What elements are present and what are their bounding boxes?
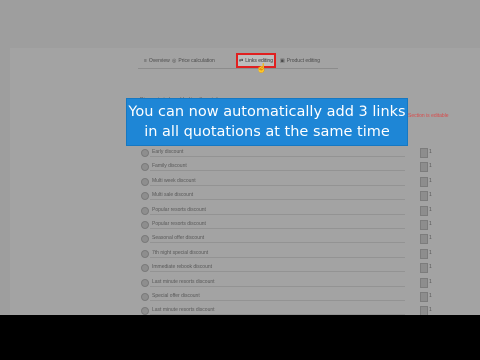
row-value: 1: [429, 163, 432, 170]
caption-line-1: You can now automatically add 3 links: [128, 104, 406, 120]
list-item: 7th night special discount 1: [140, 247, 460, 261]
row-checkbox[interactable]: [420, 148, 428, 158]
row-checkbox[interactable]: [420, 205, 428, 216]
discount-field[interactable]: Multi sale discount: [150, 191, 405, 201]
app-screen: ≡ Overview ◎ Price calculation ⇄ Links e…: [0, 0, 480, 315]
discount-field[interactable]: Popular resorts discount: [150, 220, 405, 229]
row-value: 1: [429, 149, 432, 155]
row-toggle[interactable]: [141, 292, 149, 301]
tab-price-calculation[interactable]: ◎ Price calculation: [172, 58, 215, 64]
discount-list: Early discount 1 Family discount 1 Multi…: [140, 146, 460, 315]
caption-line-2: in all quotations at the same time: [144, 124, 390, 140]
row-value: 1: [429, 220, 432, 227]
list-item: Popular resorts discount 1: [140, 204, 460, 218]
row-value: 1: [429, 292, 432, 299]
row-toggle[interactable]: [141, 249, 149, 258]
row-value: 1: [429, 249, 432, 256]
row-value: 1: [429, 235, 432, 242]
discount-field[interactable]: Family discount: [150, 162, 405, 172]
row-value: 1: [429, 307, 432, 314]
tab-label: Price calculation: [178, 58, 215, 64]
link-icon: ⇄: [239, 57, 244, 64]
box-icon: ▣: [280, 58, 285, 64]
tab-overview[interactable]: ≡ Overview: [144, 58, 170, 64]
tab-label: Overview: [148, 58, 170, 64]
row-checkbox[interactable]: [420, 219, 428, 230]
discount-field[interactable]: 7th night special discount: [150, 249, 405, 258]
row-checkbox[interactable]: [420, 263, 428, 274]
row-toggle[interactable]: [141, 307, 149, 315]
row-value: 1: [429, 206, 432, 213]
row-toggle[interactable]: [141, 177, 149, 186]
row-checkbox[interactable]: [420, 291, 428, 302]
row-toggle[interactable]: [141, 235, 149, 244]
discount-field[interactable]: Immediate rebook discount: [150, 263, 405, 273]
list-item: Last minute resorts discount 1: [140, 304, 460, 315]
discount-field[interactable]: Popular resorts discount: [150, 206, 405, 215]
row-checkbox[interactable]: [420, 162, 428, 173]
row-toggle[interactable]: [141, 192, 149, 201]
discount-field[interactable]: Multi week discount: [150, 177, 405, 186]
row-checkbox[interactable]: [420, 176, 428, 187]
row-toggle[interactable]: [141, 278, 149, 287]
warning-text: Section is editable: [408, 113, 449, 119]
row-checkbox[interactable]: [420, 277, 428, 288]
discount-field[interactable]: Early discount: [150, 148, 405, 157]
row-checkbox[interactable]: [420, 191, 428, 202]
discount-field[interactable]: Special offer discount: [150, 292, 405, 301]
list-item: Multi sale discount 1: [140, 189, 460, 203]
row-toggle[interactable]: [141, 220, 149, 229]
row-toggle[interactable]: [141, 264, 149, 273]
list-item: Multi week discount 1: [140, 175, 460, 189]
row-value: 1: [429, 264, 432, 271]
discount-field[interactable]: Last minute resorts discount: [150, 306, 405, 315]
row-checkbox[interactable]: [420, 248, 428, 259]
hand-cursor-icon: ☝: [256, 63, 268, 73]
list-item: Popular resorts discount 1: [140, 218, 460, 232]
discount-field[interactable]: Seasonal offer discount: [150, 234, 405, 244]
list-icon: ≡: [144, 58, 147, 64]
row-value: 1: [429, 177, 432, 184]
list-item: Family discount 1: [140, 160, 460, 174]
row-toggle[interactable]: [141, 206, 149, 215]
list-item: Last minute resorts discount 1: [140, 276, 460, 290]
row-toggle[interactable]: [141, 149, 149, 157]
list-item: Early discount 1: [140, 146, 460, 160]
discount-field[interactable]: Last minute resorts discount: [150, 278, 405, 287]
row-checkbox[interactable]: [420, 306, 428, 315]
letterbox-bar: [0, 315, 480, 360]
tab-product-editing[interactable]: ▣ Product editing: [280, 58, 320, 64]
row-value: 1: [429, 192, 432, 199]
caption-banner: You can now automatically add 3 links in…: [127, 99, 407, 145]
row-toggle[interactable]: [141, 163, 149, 172]
row-value: 1: [429, 278, 432, 285]
row-checkbox[interactable]: [420, 234, 428, 245]
list-item: Immediate rebook discount 1: [140, 261, 460, 275]
list-item: Seasonal offer discount 1: [140, 232, 460, 246]
tab-label: Product editing: [286, 58, 321, 64]
list-item: Special offer discount 1: [140, 290, 460, 304]
calculator-icon: ◎: [172, 58, 177, 64]
